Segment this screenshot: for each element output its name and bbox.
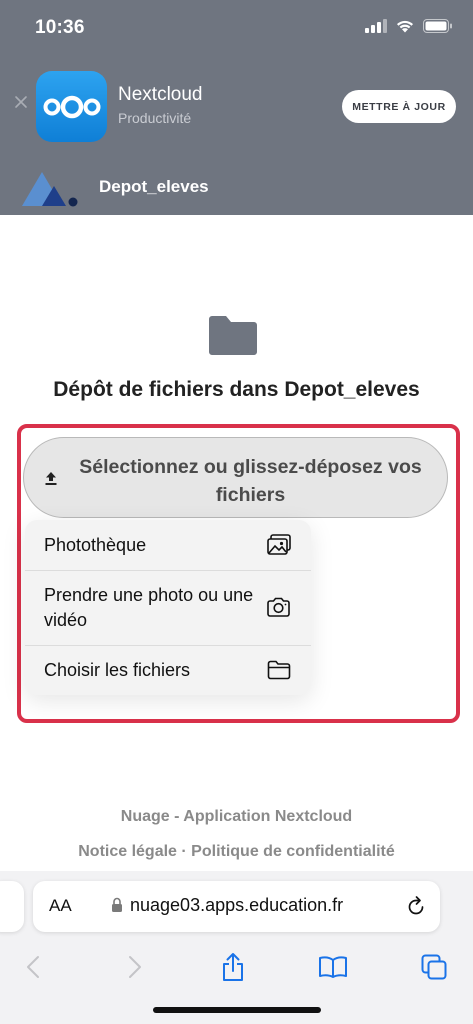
browser-nav-row <box>0 947 473 987</box>
top-header-area: 10:36 Nextcloud Productivité METTRE À JO… <box>0 0 473 215</box>
wifi-icon <box>395 19 415 38</box>
bookmarks-icon[interactable] <box>313 947 353 987</box>
address-bar[interactable]: AA nuage03.apps.education.fr <box>33 881 440 932</box>
share-icon[interactable] <box>213 947 253 987</box>
site-title[interactable]: Depot_eleves <box>99 177 209 197</box>
url-text[interactable]: nuage03.apps.education.fr <box>130 895 343 916</box>
back-chevron-icon[interactable] <box>13 947 53 987</box>
photo-library-icon <box>267 534 291 561</box>
close-icon[interactable] <box>13 94 29 110</box>
footer-links: Notice légale · Politique de confidentia… <box>0 843 473 861</box>
menu-item-label: Photothèque <box>44 535 147 555</box>
folder-icon <box>208 314 258 361</box>
camera-icon <box>266 597 291 622</box>
menu-item-choose-files[interactable]: Choisir les fichiers <box>25 646 311 695</box>
home-indicator <box>153 1007 321 1013</box>
previous-tab-preview[interactable] <box>0 881 24 932</box>
tabs-icon[interactable] <box>414 947 454 987</box>
nextcloud-app-icon[interactable] <box>36 71 107 142</box>
footer-app-credit[interactable]: Nuage - Application Nextcloud <box>0 808 473 826</box>
lock-icon <box>111 897 123 918</box>
browser-toolbar: AA nuage03.apps.education.fr <box>0 871 473 1024</box>
status-icons <box>365 19 453 38</box>
battery-icon <box>423 19 453 38</box>
site-header: Depot_eleves <box>0 162 473 212</box>
status-bar: 10:36 <box>0 0 473 56</box>
status-time: 10:36 <box>35 17 85 38</box>
menu-item-label: Prendre une photo ou une vidéo <box>44 585 254 630</box>
cellular-signal-icon <box>365 19 387 38</box>
menu-item-label: Choisir les fichiers <box>44 660 191 680</box>
update-button[interactable]: METTRE À JOUR <box>342 90 456 123</box>
footer-separator: · <box>181 843 187 860</box>
page-title: Dépôt de fichiers dans Depot_eleves <box>53 378 420 401</box>
upload-icon <box>43 470 59 491</box>
upload-label: Sélectionnez ou glissez-déposez vos fich… <box>79 456 422 506</box>
smart-app-banner: Nextcloud Productivité METTRE À JOUR <box>0 64 473 150</box>
menu-item-photo-library[interactable]: Photothèque <box>25 520 311 571</box>
folder-icon <box>267 660 291 685</box>
legal-notice-link[interactable]: Notice légale <box>78 843 177 860</box>
privacy-policy-link[interactable]: Politique de confidentialité <box>191 843 395 860</box>
reader-settings-button[interactable]: AA <box>49 896 72 916</box>
app-name: Nextcloud <box>118 84 203 105</box>
menu-item-take-photo[interactable]: Prendre une photo ou une vidéo <box>25 571 311 646</box>
app-category: Productivité <box>118 110 192 126</box>
forward-chevron-icon[interactable] <box>115 947 155 987</box>
upload-button[interactable]: Sélectionnez ou glissez-déposez vos fich… <box>23 437 448 518</box>
site-logo-icon[interactable] <box>20 166 80 213</box>
file-source-menu: Photothèque Prendre une photo ou une vid… <box>25 520 311 695</box>
reload-icon[interactable] <box>406 895 426 922</box>
aa-label: AA <box>49 896 72 915</box>
